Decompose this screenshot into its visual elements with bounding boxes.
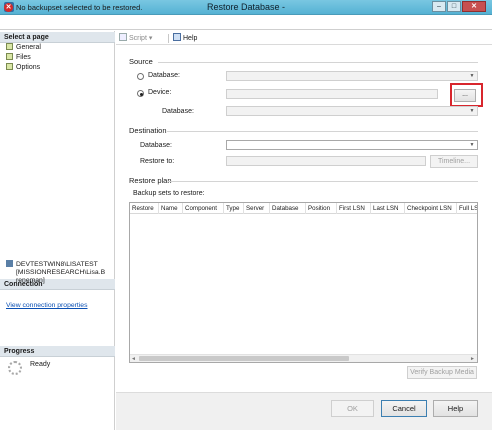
- page-icon: [6, 53, 13, 60]
- progress-status: Ready: [30, 361, 51, 368]
- error-banner: [0, 15, 492, 30]
- page-item-general[interactable]: General: [6, 43, 41, 53]
- page-item-label: General: [16, 44, 41, 51]
- device-database-combo[interactable]: ▼: [226, 106, 478, 116]
- destination-divider: [167, 131, 478, 132]
- connection-info: DEVTESTWIN8\LISATEST [MISSIONRESEARCH\Li…: [6, 260, 112, 285]
- restore-to-label: Restore to:: [140, 158, 175, 165]
- timeline-button[interactable]: Timeline...: [430, 155, 478, 168]
- table-header: Restore Name Component Type Server Datab…: [130, 203, 477, 214]
- chevron-down-icon: ▾: [148, 35, 153, 42]
- page-item-label: Options: [16, 64, 41, 71]
- view-connection-properties-link[interactable]: View connection properties: [6, 302, 88, 309]
- column-header[interactable]: Restore: [130, 203, 159, 214]
- script-icon: [119, 33, 127, 41]
- verify-backup-media-button[interactable]: Verify Backup Media: [407, 366, 477, 379]
- source-database-combo[interactable]: ▼: [226, 71, 478, 81]
- page-icon: [6, 63, 13, 70]
- page-item-label: Files: [16, 54, 31, 61]
- close-button[interactable]: ✕: [462, 1, 486, 12]
- progress-header: Progress: [0, 346, 115, 357]
- connection-user: [MISSIONRESEARCH\Lisa.Breneman]: [16, 269, 106, 284]
- cancel-button[interactable]: Cancel: [381, 400, 427, 417]
- destination-database-label: Database:: [140, 142, 172, 149]
- script-button[interactable]: Script ▾: [119, 33, 152, 42]
- page-item-files[interactable]: Files: [6, 53, 31, 63]
- backup-sets-table[interactable]: Restore Name Component Type Server Datab…: [129, 202, 478, 363]
- select-page-header: Select a page: [0, 32, 115, 43]
- minimize-button[interactable]: –: [432, 1, 446, 12]
- database-radio-label: Database:: [148, 72, 180, 79]
- source-divider: [158, 62, 478, 63]
- scrollbar-thumb[interactable]: [139, 356, 349, 361]
- server-icon: [6, 260, 13, 267]
- column-header[interactable]: Position: [306, 203, 337, 214]
- column-header[interactable]: Last LSN: [371, 203, 405, 214]
- highlight-annotation: [450, 83, 483, 107]
- column-header[interactable]: Database: [270, 203, 306, 214]
- device-path-field[interactable]: [226, 89, 438, 99]
- device-radio-label: Device:: [148, 89, 172, 96]
- scroll-right-icon[interactable]: ►: [470, 356, 475, 362]
- chevron-down-icon: ▼: [469, 73, 475, 79]
- maximize-button[interactable]: □: [447, 1, 461, 12]
- toolbar-separator: [168, 34, 169, 43]
- help-icon: [173, 33, 181, 41]
- column-header[interactable]: Checkpoint LSN: [405, 203, 457, 214]
- error-icon: ✕: [4, 3, 13, 12]
- destination-database-combo[interactable]: ▼: [226, 140, 478, 150]
- backup-sets-label: Backup sets to restore:: [133, 190, 205, 197]
- help-label: Help: [183, 35, 198, 42]
- ok-button[interactable]: OK: [331, 400, 374, 417]
- error-message: No backupset selected to be restored.: [16, 3, 143, 12]
- column-header[interactable]: Type: [224, 203, 244, 214]
- scroll-left-icon[interactable]: ◄: [131, 356, 136, 362]
- help-button[interactable]: Help: [433, 400, 478, 417]
- column-header[interactable]: Component: [183, 203, 224, 214]
- page-item-options[interactable]: Options: [6, 63, 40, 73]
- chevron-down-icon: ▼: [469, 142, 475, 148]
- device-database-label: Database:: [162, 108, 194, 115]
- progress-spinner-icon: [8, 361, 22, 375]
- restore-plan-section-label: Restore plan: [129, 176, 172, 185]
- horizontal-scrollbar[interactable]: ◄ ►: [130, 354, 477, 362]
- script-label: Script: [129, 35, 147, 42]
- chevron-down-icon: ▼: [469, 108, 475, 114]
- page-icon: [6, 43, 13, 50]
- device-radio[interactable]: [137, 90, 144, 97]
- column-header[interactable]: Server: [244, 203, 270, 214]
- toolbar: Script ▾ Help: [116, 31, 492, 45]
- destination-section-label: Destination: [129, 126, 167, 135]
- help-toolbar-button[interactable]: Help: [173, 33, 197, 42]
- column-header[interactable]: Name: [159, 203, 183, 214]
- restore-to-field[interactable]: [226, 156, 426, 166]
- restore-plan-divider: [168, 181, 478, 182]
- column-header[interactable]: Full LS: [457, 203, 477, 214]
- database-radio[interactable]: [137, 73, 144, 80]
- column-header[interactable]: First LSN: [337, 203, 371, 214]
- source-section-label: Source: [129, 57, 153, 66]
- connection-server: DEVTESTWIN8\LISATEST: [16, 261, 98, 268]
